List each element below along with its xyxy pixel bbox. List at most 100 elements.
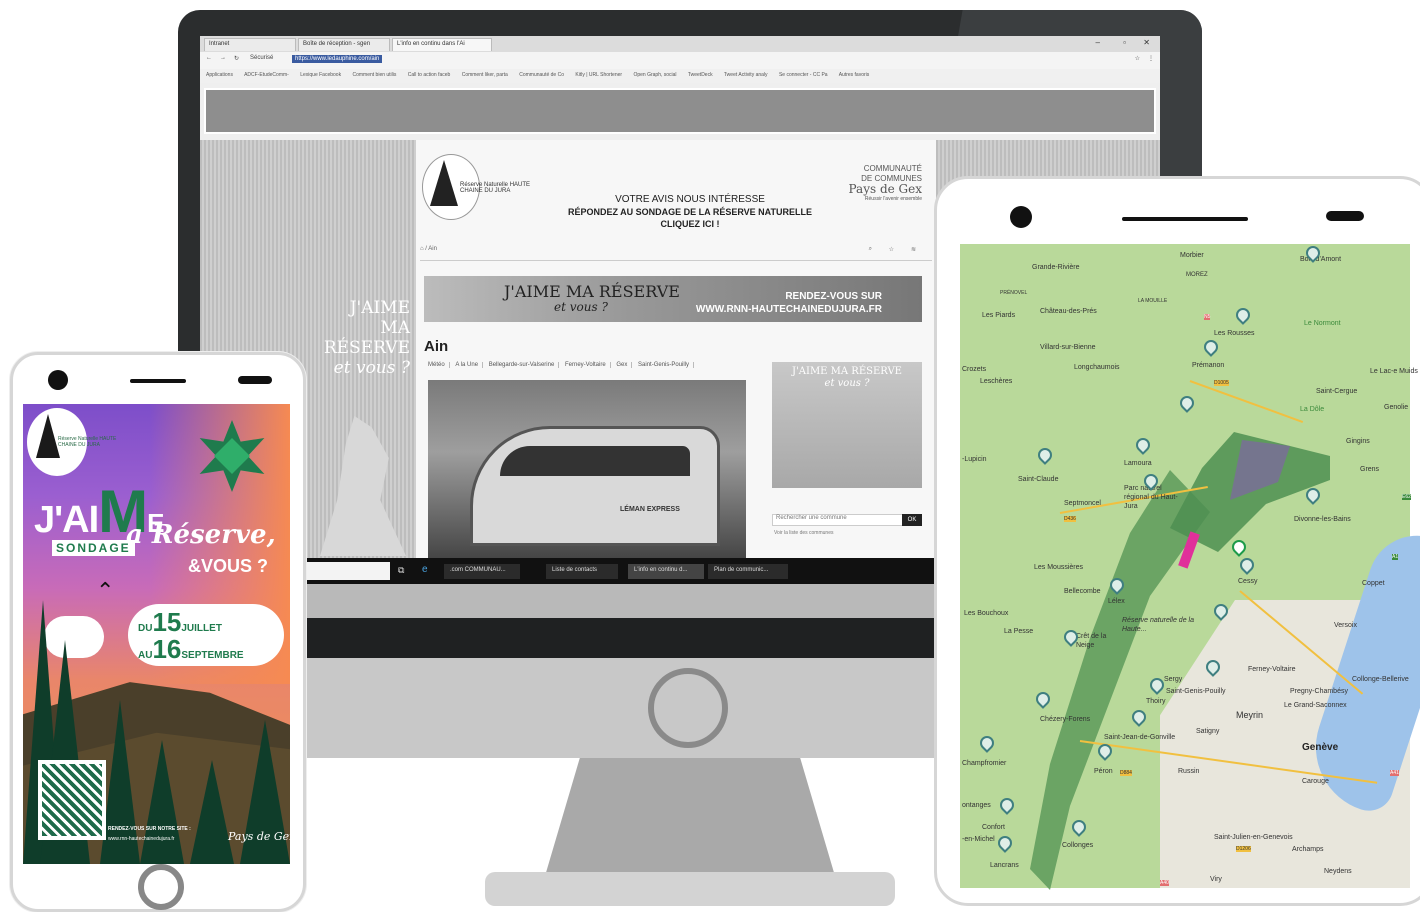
map-label: Crêt de la Neige: [1076, 633, 1107, 649]
ok-button[interactable]: OK: [902, 514, 922, 526]
cc-logo-line: Pays de Gex: [848, 182, 923, 196]
map-label: Saint-Claude: [1018, 476, 1059, 483]
slogan-line: MA: [380, 318, 410, 338]
slogan-line: J'AIME: [349, 298, 410, 318]
map-label: Collonges: [1062, 842, 1094, 849]
bookmark-item[interactable]: Comment liker, parta: [462, 72, 508, 78]
bookmark-item[interactable]: Communauté de Co: [519, 72, 564, 78]
section-title: Ain: [424, 338, 449, 355]
map-label: Morbier: [1180, 252, 1204, 259]
poster-site-url[interactable]: www.rnn-hautechainedujura.fr: [108, 836, 238, 842]
slogan-line: RÉSERVE: [323, 338, 410, 358]
subnav-item[interactable]: Météo: [424, 362, 450, 368]
url-input[interactable]: https://www.ledauphine.com/ain: [292, 55, 383, 63]
edge-icon[interactable]: e: [422, 564, 428, 575]
star-icon[interactable]: ☆: [1135, 55, 1140, 62]
map-label: Lamoura: [1124, 460, 1152, 467]
map-label: Septmoncel: [1064, 500, 1101, 507]
subnav-item[interactable]: Ferney-Voltaire: [560, 362, 611, 368]
map-label: Leschères: [980, 378, 1013, 385]
map-label: Lancrans: [990, 862, 1019, 869]
tab-label: Intranet: [209, 41, 230, 47]
bookmark-item[interactable]: Call to action faceb: [408, 72, 451, 78]
date-au: AU: [138, 650, 153, 661]
camera-icon: [1010, 206, 1032, 228]
map-label: MOREZ: [1186, 272, 1208, 278]
subnav-item[interactable]: Gex: [612, 362, 633, 368]
map-label: -en-Michel: [962, 836, 995, 843]
road-label: E62: [1402, 494, 1411, 500]
tab-ledauphine[interactable]: L'info en continu dans l'Ai: [392, 38, 492, 51]
pays-de-gex-logo: Pays de Gex: [228, 830, 296, 843]
menu-icon[interactable]: ⋮: [1148, 55, 1154, 62]
map-label: Saint-Julien-en-Genevois: [1214, 834, 1293, 841]
qr-pattern: [42, 764, 102, 836]
map-label: ontanges: [962, 802, 991, 809]
map-label: Coppet: [1362, 580, 1385, 587]
road-label: D884: [1120, 770, 1132, 776]
bookmark-item[interactable]: Applications: [206, 72, 233, 78]
taskbar-item[interactable]: L'info en continu d...: [628, 564, 704, 579]
monitor-logo-icon: [648, 668, 728, 748]
taskbar-item[interactable]: .com COMMUNAU...: [444, 564, 520, 579]
search-icon[interactable]: ⌕: [869, 246, 872, 253]
survey-line: Cliquez ici !: [660, 219, 720, 229]
map-label: Champfromier: [962, 760, 1007, 767]
sensor: [1326, 211, 1364, 221]
map-label: Réserve naturelle de la Haute...: [1122, 617, 1194, 633]
subnav-item[interactable]: Saint-Genis-Pouilly: [634, 362, 695, 368]
map-label: Bellecombe: [1064, 588, 1101, 595]
ad-cta-line: RENDEZ-VOUS SUR: [785, 291, 882, 302]
taskbar-item[interactable]: Liste de contacts: [546, 564, 618, 579]
bookmark-item[interactable]: TweetDeck: [688, 72, 713, 78]
map-label: Saint-Genis-Pouilly: [1166, 688, 1226, 695]
poster-dates: DU15JUILLET AU16SEPTEMBRE: [138, 609, 284, 666]
tab-inbox[interactable]: Boîte de réception - sgen: [298, 38, 390, 51]
favorite-icon[interactable]: ☆: [889, 246, 894, 253]
survey-link[interactable]: Votre avis nous intéresse Répondez au so…: [500, 194, 880, 230]
home-icon[interactable]: ⌂: [420, 246, 424, 252]
road-label: A40: [1160, 880, 1169, 886]
forward-icon[interactable]: →: [220, 55, 226, 61]
taskbar-item[interactable]: Plan de communic...: [708, 564, 788, 579]
close-icon[interactable]: ✕: [1143, 38, 1150, 47]
map-label: LA MOUILLE: [1138, 298, 1168, 304]
commune-search-input[interactable]: Rechercher une commune: [772, 514, 922, 526]
map-label: Les Piards: [982, 312, 1016, 319]
address-bar: ← → ↻ Sécurisé https://www.ledauphine.co…: [200, 52, 1160, 69]
map-label: La Pesse: [1004, 628, 1034, 635]
map-label: Les Rousses: [1214, 330, 1255, 337]
side-ad[interactable]: J'AIME MA RÉSERVE et vous ?: [772, 362, 922, 488]
side-ad-text: J'AIME MA RÉSERVE et vous ?: [772, 366, 922, 390]
bookmark-item[interactable]: Kitly | URL Shortener: [575, 72, 622, 78]
survey-line: Répondez au sondage de la Réserve Nature…: [567, 207, 813, 217]
bookmark-item[interactable]: Lexique Facebook: [300, 72, 341, 78]
home-button[interactable]: [138, 864, 184, 910]
task-view-icon[interactable]: ⧉: [398, 565, 404, 576]
rss-icon[interactable]: ≋: [911, 246, 916, 253]
bookmark-item[interactable]: Tweet Activity analy: [724, 72, 768, 78]
map-label: Genève: [1302, 742, 1339, 753]
minimize-icon[interactable]: –: [1096, 38, 1100, 47]
cloud-shape: [44, 616, 104, 658]
maximize-icon[interactable]: ▫: [1123, 38, 1126, 47]
subnav-item[interactable]: Bellegarde-sur-Valserine: [484, 362, 560, 368]
map-label: Bois d'Amont: [1300, 256, 1342, 263]
reserve-ad-banner[interactable]: J'AIME MA RÉSERVE et vous ? RENDEZ-VOUS …: [424, 276, 922, 322]
road-label: N5: [1204, 314, 1211, 320]
bookmark-item[interactable]: Autres favoris: [839, 72, 870, 78]
commune-list-link[interactable]: Voir la liste des communes: [774, 530, 833, 536]
map-label: Lélex: [1108, 598, 1125, 605]
reload-icon[interactable]: ↻: [234, 55, 239, 62]
date-du: DU: [138, 623, 153, 634]
bookmark-item[interactable]: Comment bien utilis: [352, 72, 396, 78]
back-icon[interactable]: ←: [206, 55, 212, 61]
bookmark-item[interactable]: Se connecter - CC Pa: [779, 72, 828, 78]
subnav-item[interactable]: A la Une: [451, 362, 484, 368]
bookmark-item[interactable]: Open Graph, social: [633, 72, 676, 78]
breadcrumb: ⌂ / Ain ⌕ ☆ ≋: [420, 246, 932, 261]
breadcrumb-label[interactable]: / Ain: [425, 246, 437, 252]
tab-intranet[interactable]: Intranet: [204, 38, 296, 51]
bookmark-item[interactable]: ADCF-EtudeComm-: [244, 72, 289, 78]
map-label: Gingins: [1346, 438, 1370, 445]
